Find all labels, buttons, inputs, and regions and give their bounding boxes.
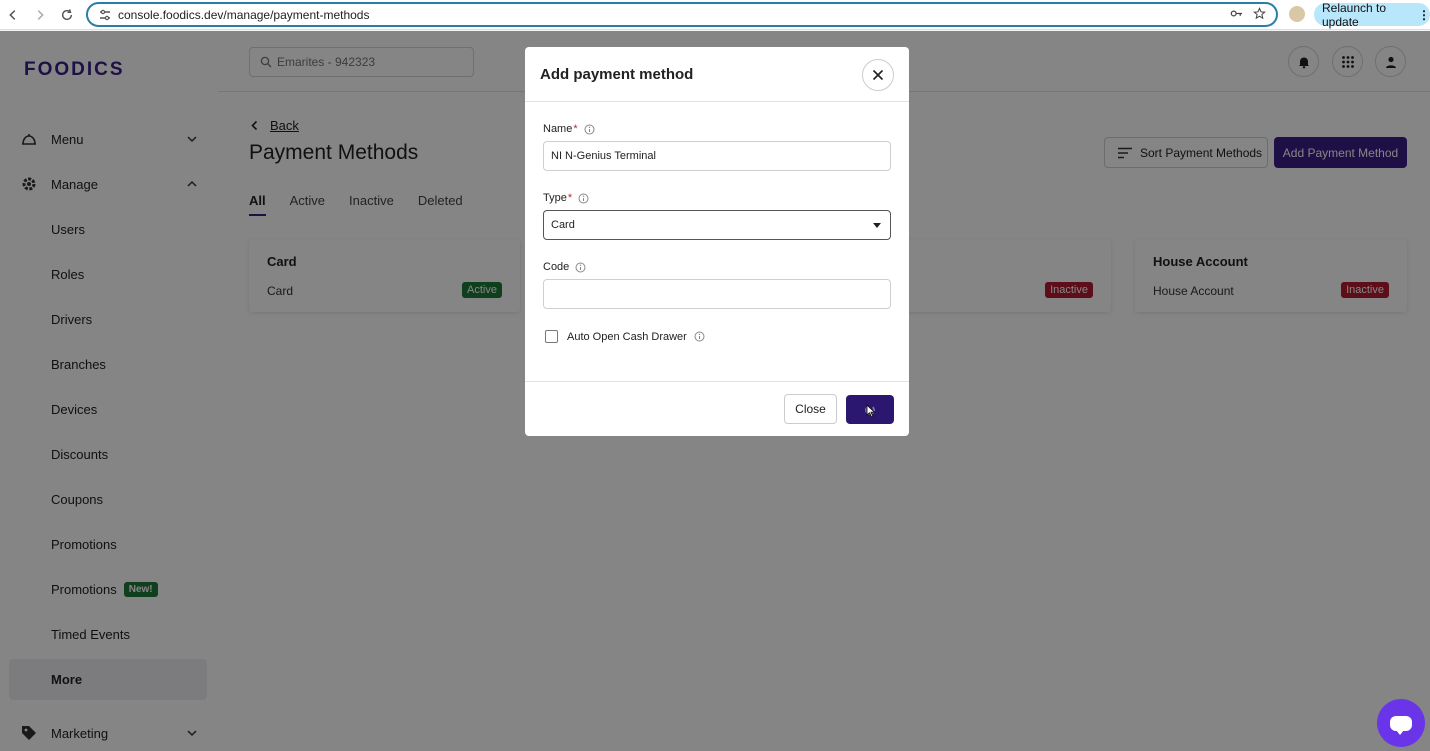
type-selected-value: Card [551,219,575,231]
relaunch-button[interactable]: Relaunch to update ⋮ [1314,0,1430,29]
required-asterisk: * [573,123,578,135]
info-icon[interactable] [578,193,589,204]
profile-avatar-icon[interactable] [1289,6,1305,22]
dialog-footer: Close [525,381,909,436]
name-input[interactable] [543,141,891,171]
dialog-header: Add payment method [525,47,909,102]
mouse-pointer-icon [866,404,876,418]
type-field-label: Type * [543,192,589,204]
label-text: Name [543,123,573,135]
back-arrow-icon[interactable] [0,2,26,28]
auto-open-cash-drawer-checkbox[interactable] [545,330,558,343]
info-icon[interactable] [694,331,705,342]
checkbox-label[interactable]: Auto Open Cash Drawer [567,331,687,343]
auto-open-cash-drawer-row: Auto Open Cash Drawer [545,330,705,343]
key-icon[interactable] [1230,7,1243,23]
reload-icon[interactable] [54,2,80,28]
info-icon[interactable] [584,124,595,135]
address-bar[interactable]: console.foodics.dev/manage/payment-metho… [86,2,1278,27]
required-asterisk: * [567,192,573,204]
add-payment-method-dialog: Add payment method Name* Type* Card Code… [525,47,909,436]
caret-down-icon [873,223,881,228]
dialog-title: Add payment method [540,66,694,83]
close-icon[interactable] [862,59,894,91]
type-select[interactable]: Card [543,210,891,240]
bookmark-star-icon[interactable] [1253,6,1266,23]
code-input[interactable] [543,279,891,309]
label-text: Code [543,261,570,273]
code-field-label: Code [543,261,586,273]
name-field-label: Name * [543,123,595,135]
chat-bubble-icon [1390,715,1412,735]
info-icon[interactable] [575,262,586,273]
kebab-menu-icon[interactable]: ⋮ [1418,8,1430,22]
close-button[interactable]: Close [784,394,837,424]
site-settings-icon[interactable] [98,8,112,22]
forward-arrow-icon[interactable] [27,2,53,28]
chat-support-button[interactable] [1377,699,1425,747]
url-text: console.foodics.dev/manage/payment-metho… [118,7,370,22]
label-text: Type [543,192,567,204]
browser-toolbar: console.foodics.dev/manage/payment-metho… [0,0,1430,30]
relaunch-label: Relaunch to update [1322,0,1387,29]
